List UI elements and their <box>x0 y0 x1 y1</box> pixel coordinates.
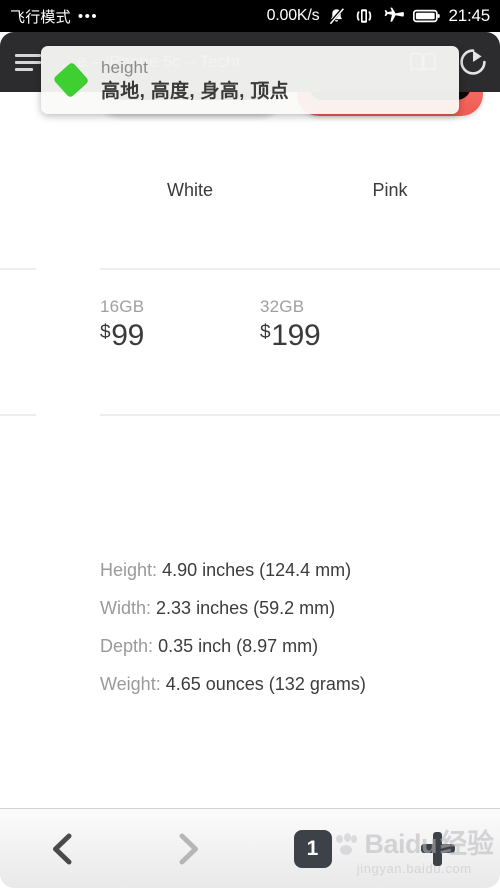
chevron-right-icon <box>179 833 198 864</box>
silent-bell-icon <box>329 7 345 25</box>
source-word: height <box>101 57 148 77</box>
spec-value: 4.65 ounces (132 grams) <box>165 674 366 694</box>
spec-label: Height: <box>100 560 158 580</box>
tab-count-badge: 1 <box>293 829 332 868</box>
battery-icon <box>413 9 441 23</box>
hamburger-menu-icon <box>15 50 41 75</box>
currency-symbol: $ <box>260 322 271 343</box>
spec-row: Weight: 4.65 ounces (132 grams) <box>100 665 500 703</box>
translation-popup[interactable]: height 高地, 高度, 身高, 顶点 <box>41 46 459 114</box>
carrier-label: 飞行模式 <box>10 8 71 26</box>
price-amount: 99 <box>111 319 145 352</box>
divider <box>0 414 500 416</box>
spec-list: Height: 4.90 inches (124.4 mm) Width: 2.… <box>100 551 500 703</box>
chevron-left-icon <box>52 833 71 864</box>
spec-value[interactable]: 4.90 inches (124.4 mm) <box>162 560 351 580</box>
signal-dots-icon: ••• <box>77 7 99 25</box>
status-bar-left: 飞行模式 ••• <box>10 6 98 27</box>
plus-icon <box>420 831 455 866</box>
new-tab-button[interactable] <box>375 809 500 888</box>
status-bar-right: 0.00K/s 21:45 <box>266 6 491 26</box>
green-tag-icon <box>52 61 90 99</box>
back-button[interactable] <box>0 809 125 888</box>
translation-tag-icon-wrap <box>41 61 101 99</box>
spec-row: Width: 2.33 inches (59.2 mm) <box>100 589 500 627</box>
spec-label: Width: <box>100 598 152 618</box>
translation-text: height 高地, 高度, 身高, 顶点 <box>101 57 459 104</box>
status-bar: 飞行模式 ••• 0.00K/s 21:45 <box>0 0 500 32</box>
vibrate-icon <box>357 9 372 23</box>
price-cell-32gb: 32GB $ 199 <box>260 297 460 351</box>
tab-switcher-button[interactable]: 1 <box>250 809 375 888</box>
network-speed-label: 0.00K/s <box>266 7 320 24</box>
web-page-content[interactable]: White Pink 16GB $ 99 32GB $ 199 Height: … <box>0 92 500 808</box>
spec-value: 2.33 inches (59.2 mm) <box>156 598 336 618</box>
spec-row: Depth: 0.35 inch (8.97 mm) <box>100 627 500 665</box>
clock-label: 21:45 <box>448 6 490 25</box>
reload-icon <box>460 49 486 75</box>
spec-row: Height: 4.90 inches (124.4 mm) <box>100 551 500 589</box>
phone-screen: 飞行模式 ••• 0.00K/s 21:45 White Pink 16GB $… <box>0 0 500 888</box>
bottom-navigation-bar: 1 <box>0 808 500 888</box>
color-label-white: White <box>166 180 213 200</box>
color-label-pink: Pink <box>372 180 408 200</box>
spec-value: 0.35 inch (8.97 mm) <box>158 636 319 656</box>
price-amount: 199 <box>271 319 321 352</box>
capacity-label: 32GB <box>260 297 305 316</box>
forward-button[interactable] <box>125 809 250 888</box>
price-value: $ 199 <box>260 321 460 351</box>
airplane-mode-icon <box>385 7 405 22</box>
translated-word: 高地, 高度, 身高, 顶点 <box>101 80 289 102</box>
spec-label: Depth: <box>100 636 154 656</box>
divider <box>0 268 500 270</box>
currency-symbol: $ <box>100 322 111 343</box>
spec-label: Weight: <box>100 674 161 694</box>
